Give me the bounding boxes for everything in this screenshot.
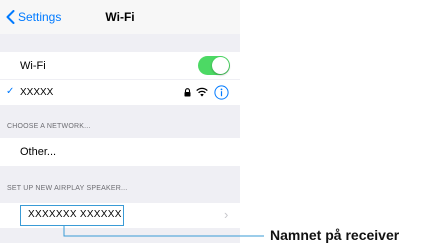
callout-label: Namnet på receiver bbox=[270, 227, 400, 243]
